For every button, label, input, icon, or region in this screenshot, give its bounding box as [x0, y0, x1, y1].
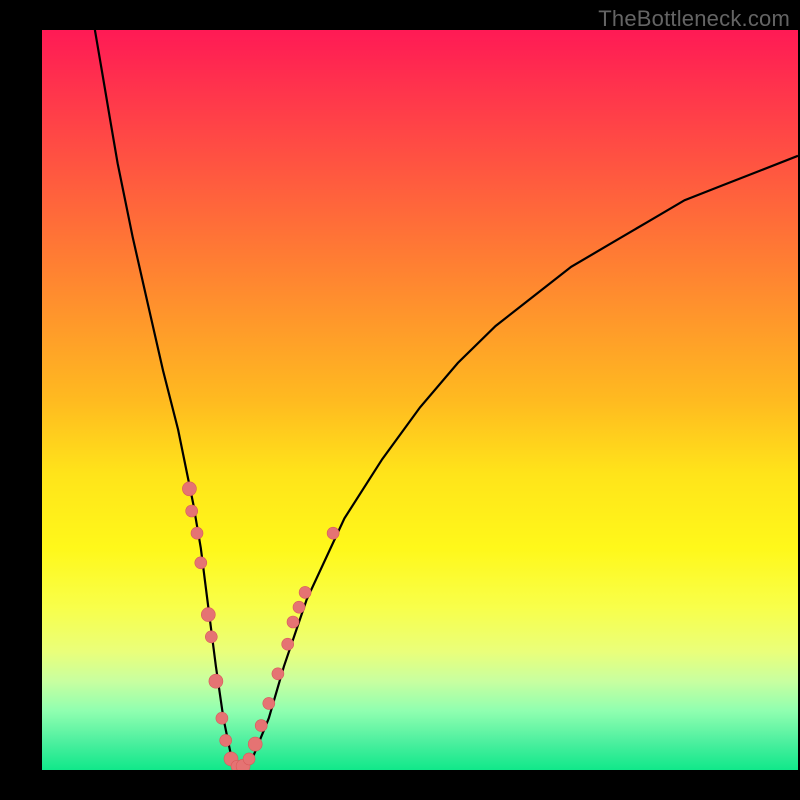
data-marker [182, 482, 196, 496]
data-marker [248, 737, 262, 751]
data-marker [216, 712, 228, 724]
data-marker [327, 527, 339, 539]
data-marker [243, 753, 255, 765]
data-marker [299, 586, 311, 598]
data-marker [205, 631, 217, 643]
data-marker [287, 616, 299, 628]
data-marker [209, 674, 223, 688]
data-marker [255, 720, 267, 732]
data-marker [186, 505, 198, 517]
plot-area [42, 30, 798, 770]
marker-group [182, 482, 339, 770]
data-marker [195, 557, 207, 569]
chart-frame: TheBottleneck.com [0, 0, 800, 800]
data-marker [263, 697, 275, 709]
data-marker [282, 638, 294, 650]
data-marker [220, 734, 232, 746]
watermark-text: TheBottleneck.com [598, 6, 790, 32]
data-marker [272, 668, 284, 680]
data-marker [293, 601, 305, 613]
curve-layer [42, 30, 798, 770]
data-marker [191, 527, 203, 539]
bottleneck-curve [95, 30, 798, 770]
data-marker [201, 608, 215, 622]
